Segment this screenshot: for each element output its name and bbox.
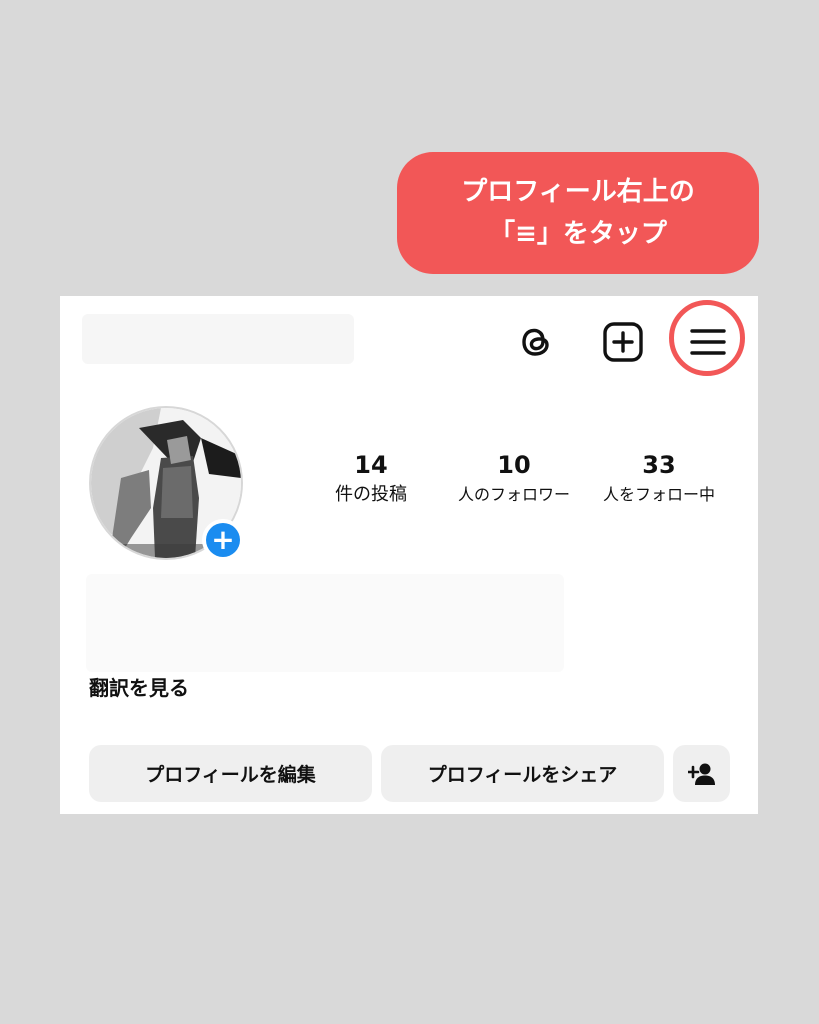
followers-label: 人のフォロワー: [457, 485, 570, 504]
bio-redacted: [86, 574, 564, 672]
threads-icon[interactable]: [512, 318, 560, 366]
share-profile-button[interactable]: プロフィールをシェア: [381, 745, 664, 802]
posts-count: 14: [354, 451, 388, 479]
edit-profile-button[interactable]: プロフィールを編集: [89, 745, 372, 802]
following-count: 33: [642, 451, 676, 479]
stat-followers[interactable]: 10 人のフォロワー: [444, 448, 584, 508]
menu-icon[interactable]: [684, 318, 732, 366]
plus-icon: +: [206, 523, 240, 557]
callout-line-1: プロフィール右上の: [461, 177, 695, 207]
new-post-icon[interactable]: [599, 318, 647, 366]
instruction-callout: プロフィール右上の 「≡」をタップ: [397, 152, 759, 274]
stat-following[interactable]: 33 人をフォロー中: [589, 448, 729, 508]
callout-line-2: 「≡」をタップ: [489, 219, 667, 249]
username-redacted: [82, 314, 354, 364]
translate-link[interactable]: 翻訳を見る: [89, 674, 189, 702]
profile-card: + 14 件の投稿 10 人のフォロワー 33 人をフォロー中 翻訳を見る プロ…: [60, 296, 758, 814]
following-label: 人をフォロー中: [602, 485, 715, 504]
add-story-button[interactable]: +: [202, 519, 244, 561]
stat-posts[interactable]: 14 件の投稿: [301, 448, 441, 508]
person-add-icon: [687, 763, 715, 785]
followers-count: 10: [497, 451, 531, 479]
posts-label: 件の投稿: [335, 484, 407, 505]
add-user-button[interactable]: [673, 745, 730, 802]
